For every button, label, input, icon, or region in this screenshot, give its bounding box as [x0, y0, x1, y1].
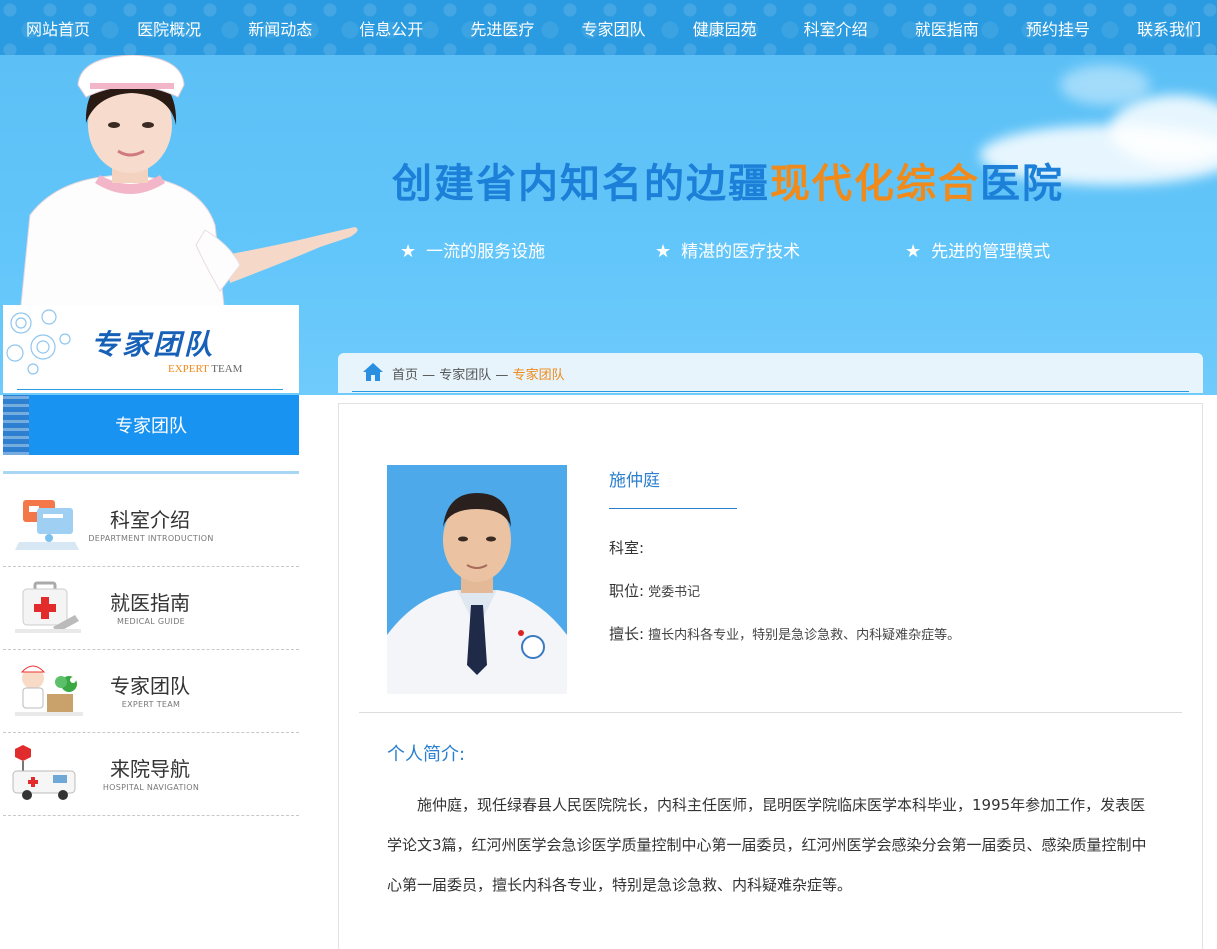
cloud-decoration	[1060, 65, 1150, 105]
sidebar-heading-subtitle: EXPERT TEAM	[168, 363, 242, 375]
sidebar-active-label: 专家团队	[115, 416, 187, 437]
first-aid-kit-icon	[15, 581, 81, 633]
nav-home[interactable]: 网站首页	[26, 16, 90, 40]
position-label: 职位:	[609, 582, 645, 600]
banner-slogan: 创建省内知名的边疆现代化综合医院	[392, 151, 1064, 209]
nav-expert-team[interactable]: 专家团队	[581, 16, 645, 40]
subtitle-accent: EXPERT	[168, 363, 209, 375]
divider	[359, 712, 1182, 713]
bio-text: 施仲庭，现任绿春县人民医院院长，内科主任医师，昆明医学院临床医学本科毕业，199…	[387, 796, 1147, 894]
divider	[17, 389, 283, 390]
breadcrumb-current: 专家团队	[512, 368, 565, 383]
nav-news[interactable]: 新闻动态	[248, 16, 312, 40]
breadcrumb-section-link[interactable]: 专家团队	[439, 368, 491, 383]
content-panel: 施仲庭 科室: 职位: 党委书记 擅长: 擅长内科各专业，特别是急诊急救、内科疑难杂…	[338, 403, 1203, 949]
feature-label: 一流的服务设施	[426, 242, 546, 262]
nav-guide[interactable]: 就医指南	[915, 16, 979, 40]
doctor-name: 施仲庭	[609, 471, 660, 491]
sidebar-item-departments[interactable]: 科室介绍 DEPARTMENT INTRODUCTION	[3, 484, 299, 567]
slogan-part-2: 现代化综合	[770, 160, 980, 207]
department-label: 科室:	[609, 539, 645, 557]
breadcrumb: 首页 — 专家团队 — 专家团队	[338, 353, 1203, 393]
position-row: 职位: 党委书记	[609, 580, 700, 601]
department-icon	[15, 500, 79, 550]
sidebar-item-navigation[interactable]: 来院导航 HOSPITAL NAVIGATION	[3, 733, 299, 816]
breadcrumb-separator: —	[418, 368, 440, 383]
nurse-illustration	[19, 55, 358, 315]
sidebar-item-label: 专家团队	[110, 674, 190, 698]
sidebar-active-item[interactable]: 专家团队	[3, 395, 299, 455]
sidebar-item-label: 来院导航	[110, 757, 190, 781]
home-icon[interactable]	[362, 361, 384, 383]
department-row: 科室:	[609, 537, 648, 558]
lace-decoration	[3, 395, 29, 455]
nav-departments[interactable]: 科室介绍	[804, 16, 868, 40]
nav-info[interactable]: 信息公开	[359, 16, 423, 40]
feature-label: 精湛的医疗技术	[681, 242, 801, 262]
sidebar-item-guide[interactable]: 就医指南 MEDICAL GUIDE	[3, 567, 299, 650]
breadcrumb-home-link[interactable]: 首页	[392, 368, 418, 383]
sidebar-item-expert-team[interactable]: 专家团队 EXPERT TEAM	[3, 650, 299, 733]
sidebar-item-subtitle: HOSPITAL NAVIGATION	[102, 783, 200, 792]
ambulance-icon	[12, 745, 76, 800]
divider	[352, 391, 1189, 392]
feature-item: ★ 先进的管理模式	[905, 237, 1050, 262]
nav-contact[interactable]: 联系我们	[1137, 16, 1201, 40]
breadcrumb-path: 首页 — 专家团队 — 专家团队	[392, 364, 565, 383]
doctor-icon	[15, 665, 83, 716]
feature-label: 先进的管理模式	[931, 242, 1051, 262]
position-value: 党委书记	[648, 585, 701, 600]
nav-appointment[interactable]: 预约挂号	[1026, 16, 1090, 40]
top-nav: 网站首页 医院概况 新闻动态 信息公开 先进医疗 专家团队 健康园苑 科室介绍 …	[0, 0, 1217, 55]
sidebar-item-label: 就医指南	[110, 591, 190, 615]
subtitle-rest: TEAM	[208, 363, 243, 375]
slogan-part-1: 创建省内知名的边疆	[392, 160, 770, 207]
nav-health[interactable]: 健康园苑	[693, 16, 757, 40]
banner-features: ★ 一流的服务设施 ★ 精湛的医疗技术 ★ 先进的管理模式	[400, 237, 1080, 265]
sidebar-item-label: 科室介绍	[110, 508, 190, 532]
floral-pattern-icon	[6, 309, 71, 375]
star-icon: ★	[905, 241, 922, 262]
nav-advanced-medical[interactable]: 先进医疗	[470, 16, 534, 40]
feature-item: ★ 精湛的医疗技术	[655, 237, 800, 262]
breadcrumb-separator: —	[491, 368, 513, 383]
sidebar-heading: 专家团队 EXPERT TEAM	[3, 305, 299, 393]
sidebar-heading-title: 专家团队	[91, 328, 216, 361]
doctor-photo	[387, 465, 567, 694]
specialty-label: 擅长:	[609, 625, 645, 643]
nav-overview[interactable]: 医院概况	[137, 16, 201, 40]
sidebar-item-subtitle: MEDICAL GUIDE	[116, 617, 186, 626]
sidebar-item-subtitle: EXPERT TEAM	[121, 700, 181, 709]
specialty-value: 擅长内科各专业，特别是急诊急救、内科疑难杂症等。	[648, 628, 961, 643]
sidebar-item-subtitle: DEPARTMENT INTRODUCTION	[88, 534, 214, 543]
specialty-row: 擅长: 擅长内科各专业，特别是急诊急救、内科疑难杂症等。	[609, 623, 960, 644]
star-icon: ★	[400, 241, 417, 262]
divider	[609, 508, 737, 509]
star-icon: ★	[655, 241, 672, 262]
feature-item: ★ 一流的服务设施	[400, 237, 545, 262]
bio-title: 个人简介:	[387, 744, 466, 765]
divider	[3, 471, 299, 474]
slogan-part-3: 医院	[980, 160, 1064, 207]
